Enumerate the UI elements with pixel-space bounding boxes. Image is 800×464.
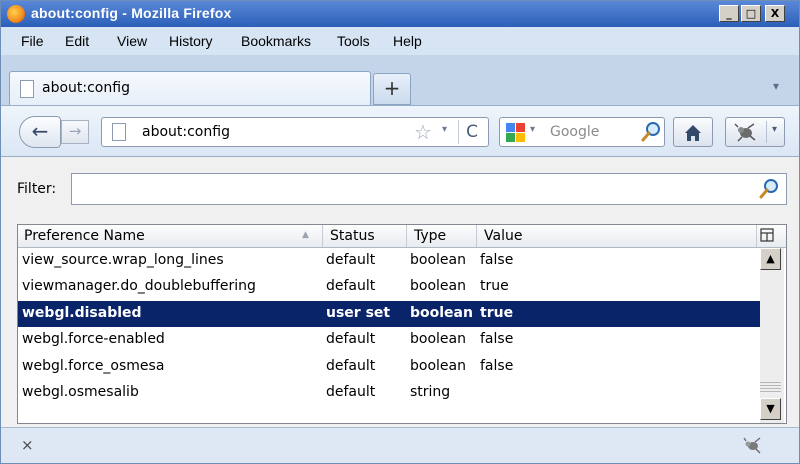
search-engine-dropdown-icon[interactable]: ▾ — [530, 124, 535, 135]
filter-label: Filter: — [17, 181, 57, 197]
pref-value: false — [480, 252, 514, 268]
table-row-selected[interactable]: webgl.disabled user set boolean true — [18, 300, 760, 328]
pref-name: webgl.osmesalib — [22, 383, 139, 400]
column-picker-icon[interactable] — [760, 228, 774, 242]
navigation-toolbar: ← → about:config ☆ ▾ C ▾ Google ▾ — [1, 105, 799, 156]
column-divider[interactable] — [406, 225, 407, 247]
pref-name: view_source.wrap_long_lines — [22, 252, 224, 268]
pref-status: default — [326, 278, 376, 295]
addon-divider — [766, 121, 767, 143]
home-icon — [685, 125, 701, 141]
column-divider — [756, 225, 757, 247]
pref-value: false — [480, 331, 514, 348]
reload-icon[interactable]: C — [458, 120, 485, 144]
google-icon[interactable] — [506, 123, 526, 142]
addon-dropdown-icon[interactable]: ▾ — [772, 124, 777, 135]
menu-file[interactable]: File — [21, 33, 44, 49]
vertical-scrollbar[interactable]: ▲ ▼ — [760, 248, 784, 423]
table-body: view_source.wrap_long_lines default bool… — [18, 248, 760, 406]
pref-type: boolean — [410, 252, 466, 268]
window-title: about:config - Mozilla Firefox — [31, 5, 232, 21]
pref-type: string — [410, 383, 451, 400]
maximize-button[interactable]: □ — [741, 5, 761, 22]
pref-name: viewmanager.do_doublebuffering — [22, 278, 256, 295]
title-bar[interactable]: about:config - Mozilla Firefox _ □ X — [1, 1, 799, 27]
about-config-page: Filter: Preference Name ▲ Status Type Va… — [1, 156, 799, 427]
menu-view[interactable]: View — [117, 33, 147, 49]
menu-edit[interactable]: Edit — [65, 33, 89, 49]
table-row[interactable]: viewmanager.do_doublebuffering default b… — [18, 274, 760, 300]
close-addon-bar-button[interactable]: × — [21, 436, 34, 454]
pref-status: default — [326, 252, 376, 268]
pref-value: true — [480, 304, 514, 321]
column-header-name[interactable]: Preference Name — [24, 228, 145, 244]
column-divider[interactable] — [322, 225, 323, 247]
column-header-type[interactable]: Type — [414, 228, 446, 244]
pref-name: webgl.force_osmesa — [22, 357, 165, 374]
pref-status: default — [326, 383, 376, 400]
sort-ascending-icon: ▲ — [302, 230, 309, 240]
new-tab-button[interactable]: + — [373, 73, 411, 105]
menu-tools[interactable]: Tools — [337, 33, 370, 49]
pref-status: default — [326, 331, 376, 348]
pref-value: false — [480, 357, 514, 374]
addon-button[interactable]: ▾ — [725, 117, 785, 147]
table-row[interactable]: webgl.osmesalib default string — [18, 380, 760, 406]
pref-type: boolean — [410, 278, 466, 295]
tab-strip: about:config + ▾ — [1, 55, 799, 106]
column-header-status[interactable]: Status — [330, 228, 375, 244]
search-bar[interactable]: ▾ Google — [499, 117, 665, 147]
url-bar[interactable]: about:config ☆ ▾ C — [101, 117, 489, 147]
back-button[interactable]: ← — [19, 116, 61, 148]
search-icon[interactable] — [640, 121, 662, 143]
minimize-button[interactable]: _ — [719, 5, 739, 22]
bug-icon[interactable] — [741, 434, 763, 456]
pref-type: boolean — [410, 304, 473, 321]
search-input[interactable]: Google — [550, 124, 599, 140]
menu-history[interactable]: History — [169, 33, 213, 49]
column-header-value[interactable]: Value — [484, 228, 522, 244]
scroll-up-button[interactable]: ▲ — [760, 248, 781, 270]
pref-type: boolean — [410, 331, 466, 348]
bug-icon — [734, 123, 756, 142]
bookmark-star-icon[interactable]: ☆ — [414, 120, 432, 144]
search-icon[interactable] — [758, 178, 780, 200]
preferences-table[interactable]: Preference Name ▲ Status Type Value view… — [17, 224, 787, 424]
scrollbar-thumb[interactable] — [760, 380, 781, 394]
pref-value: true — [480, 278, 509, 295]
pref-status: user set — [326, 304, 391, 321]
menu-help[interactable]: Help — [393, 33, 422, 49]
url-text[interactable]: about:config — [142, 124, 230, 140]
column-divider[interactable] — [476, 225, 477, 247]
menu-bookmarks[interactable]: Bookmarks — [241, 33, 311, 49]
table-row[interactable]: webgl.force-enabled default boolean fals… — [18, 327, 760, 353]
forward-button[interactable]: → — [61, 120, 89, 144]
pref-status: default — [326, 357, 376, 374]
page-icon — [20, 80, 34, 98]
page-icon — [112, 123, 126, 141]
table-row[interactable]: view_source.wrap_long_lines default bool… — [18, 248, 760, 274]
table-header: Preference Name ▲ Status Type Value — [18, 225, 786, 248]
browser-window: about:config - Mozilla Firefox _ □ X Fil… — [0, 0, 800, 464]
close-button[interactable]: X — [765, 5, 785, 22]
tab-about-config[interactable]: about:config — [9, 71, 371, 106]
pref-type: boolean — [410, 357, 466, 374]
menu-bar: File Edit View History Bookmarks Tools H… — [1, 27, 799, 55]
scroll-down-button[interactable]: ▼ — [760, 398, 781, 420]
table-row[interactable]: webgl.force_osmesa default boolean false — [18, 354, 760, 380]
list-all-tabs-button[interactable]: ▾ — [773, 79, 779, 93]
addon-bar: × — [1, 427, 799, 463]
filter-input[interactable] — [71, 173, 787, 205]
history-dropdown-icon[interactable]: ▾ — [442, 124, 447, 135]
pref-name: webgl.disabled — [22, 304, 142, 321]
home-button[interactable] — [673, 117, 713, 147]
firefox-logo-icon — [7, 5, 25, 23]
tab-label: about:config — [42, 80, 130, 96]
pref-name: webgl.force-enabled — [22, 331, 165, 348]
